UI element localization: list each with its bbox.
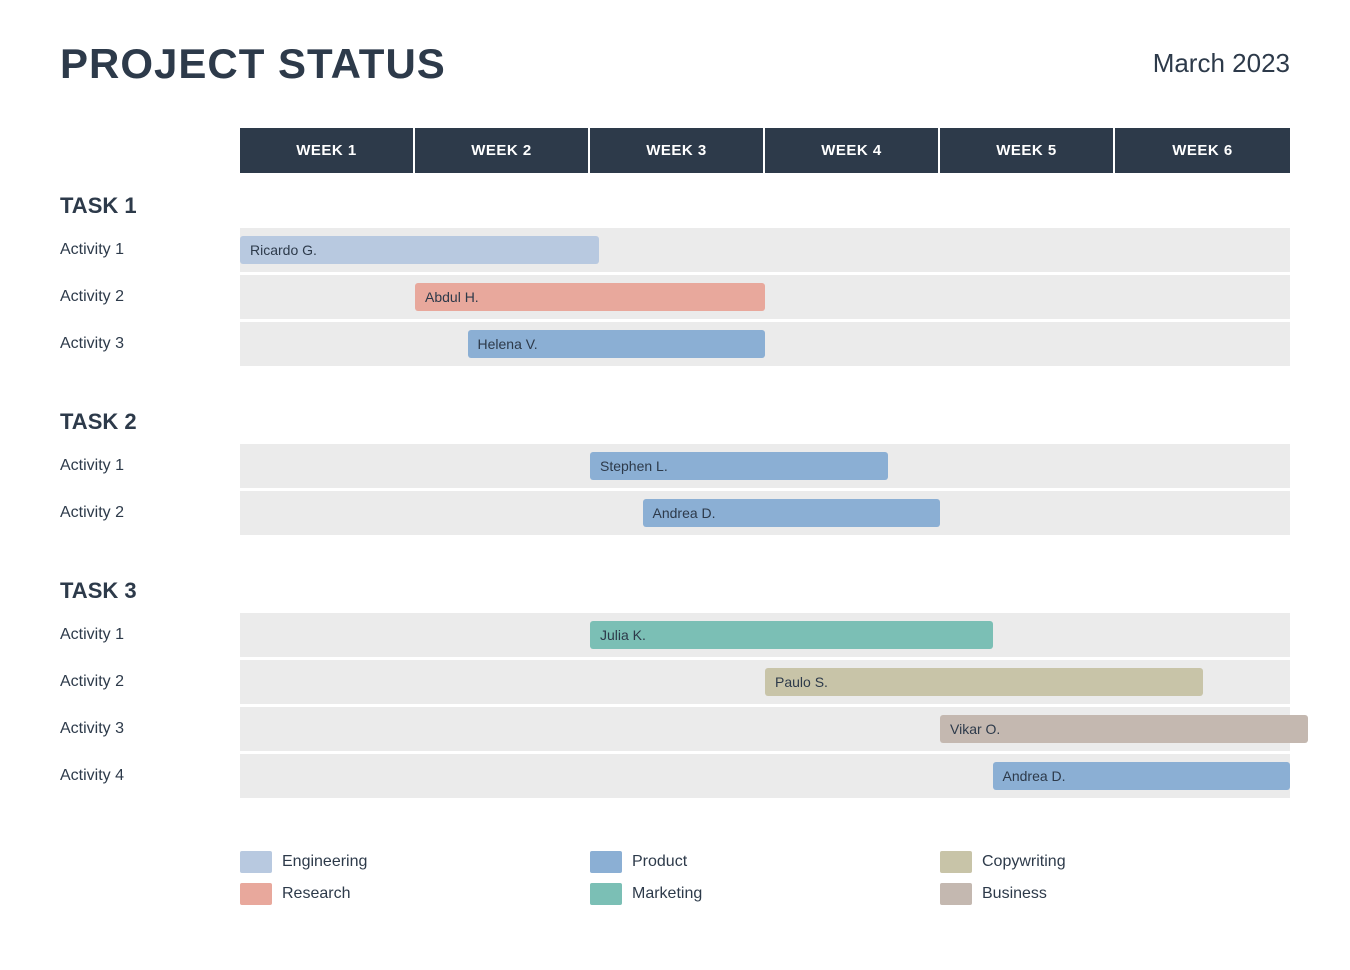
activity-bar: Vikar O. xyxy=(940,715,1308,743)
legend: Engineering Research Product Marketing C… xyxy=(60,851,1290,905)
task-1-header-cell-2 xyxy=(415,173,590,225)
task-1-header-cell-1 xyxy=(240,173,415,225)
gantt-chart: WEEK 1 WEEK 2 WEEK 3 WEEK 4 WEEK 5 WEEK … xyxy=(60,128,1290,905)
legend-col-3: Copywriting Business xyxy=(940,851,1290,905)
marketing-label: Marketing xyxy=(632,885,702,903)
task-1-activity-3-label: Activity 3 xyxy=(60,322,240,366)
task-1-activity-2-label: Activity 2 xyxy=(60,275,240,319)
week-4-header: WEEK 4 xyxy=(765,128,940,173)
activity-bar: Paulo S. xyxy=(765,668,1203,696)
task-1-activity-3-grid: Helena V. xyxy=(240,322,1290,366)
week-2-header: WEEK 2 xyxy=(415,128,590,173)
task-1-header-cell-6 xyxy=(1115,173,1290,225)
week-5-header: WEEK 5 xyxy=(940,128,1115,173)
product-label: Product xyxy=(632,853,687,871)
task-1-header-row: TASK 1 xyxy=(60,173,1290,225)
activity-bar: Ricardo G. xyxy=(240,236,599,264)
legend-marketing: Marketing xyxy=(590,883,940,905)
legend-col-2: Product Marketing xyxy=(590,851,940,905)
gantt-header: WEEK 1 WEEK 2 WEEK 3 WEEK 4 WEEK 5 WEEK … xyxy=(60,128,1290,173)
task-1-header-cell-3 xyxy=(590,173,765,225)
task-2-activity-2-grid: Andrea D. xyxy=(240,491,1290,535)
task-2-divider xyxy=(60,538,1290,550)
research-swatch xyxy=(240,883,272,905)
task-2-activity-1-label: Activity 1 xyxy=(60,444,240,488)
legend-business: Business xyxy=(940,883,1290,905)
task-3-activity-1-label: Activity 1 xyxy=(60,613,240,657)
task-3-activity-1-row: Activity 1 Julia K. xyxy=(60,613,1290,657)
copywriting-swatch xyxy=(940,851,972,873)
header-label-col xyxy=(60,128,240,173)
activity-bar: Abdul H. xyxy=(415,283,765,311)
week-1-header: WEEK 1 xyxy=(240,128,415,173)
page-header: PROJECT STATUS March 2023 xyxy=(60,40,1290,88)
legend-copywriting: Copywriting xyxy=(940,851,1290,873)
task-2-activity-1-row: Activity 1 Stephen L. xyxy=(60,444,1290,488)
task-1-header-cell-4 xyxy=(765,173,940,225)
activity-bar: Andrea D. xyxy=(993,762,1291,790)
task-3-activity-4-label: Activity 4 xyxy=(60,754,240,798)
task-3-label: TASK 3 xyxy=(60,558,240,610)
week-6-header: WEEK 6 xyxy=(1115,128,1290,173)
task-3-activity-2-grid: Paulo S. xyxy=(240,660,1290,704)
task-2-activity-2-label: Activity 2 xyxy=(60,491,240,535)
week-3-header: WEEK 3 xyxy=(590,128,765,173)
legend-research: Research xyxy=(240,883,590,905)
date-label: March 2023 xyxy=(1153,48,1290,79)
task-3-section: TASK 3 Activity 1 Julia K. Activity 2 Pa… xyxy=(60,558,1290,813)
task-1-activity-2-grid: Abdul H. xyxy=(240,275,1290,319)
research-label: Research xyxy=(282,885,350,903)
task-2-section: TASK 2 Activity 1 Stephen L. Activity 2 … xyxy=(60,389,1290,550)
task-1-divider xyxy=(60,369,1290,381)
task-1-activity-3-row: Activity 3 Helena V. xyxy=(60,322,1290,366)
task-1-activity-1-label: Activity 1 xyxy=(60,228,240,272)
task-2-activity-1-grid: Stephen L. xyxy=(240,444,1290,488)
task-3-activity-4-grid: Andrea D. xyxy=(240,754,1290,798)
task-1-activity-1-row: Activity 1 Ricardo G. xyxy=(60,228,1290,272)
activity-bar: Helena V. xyxy=(468,330,766,358)
legend-product: Product xyxy=(590,851,940,873)
task-3-activity-3-grid: Vikar O. xyxy=(240,707,1290,751)
task-1-header-cell-5 xyxy=(940,173,1115,225)
task-3-activity-1-grid: Julia K. xyxy=(240,613,1290,657)
task-3-header-row: TASK 3 xyxy=(60,558,1290,610)
engineering-swatch xyxy=(240,851,272,873)
copywriting-label: Copywriting xyxy=(982,853,1066,871)
activity-bar: Andrea D. xyxy=(643,499,941,527)
task-1-label: TASK 1 xyxy=(60,173,240,225)
task-3-divider xyxy=(60,801,1290,813)
legend-col-1: Engineering Research xyxy=(240,851,590,905)
task-3-activity-3-row: Activity 3 Vikar O. xyxy=(60,707,1290,751)
engineering-label: Engineering xyxy=(282,853,367,871)
business-label: Business xyxy=(982,885,1047,903)
task-2-label: TASK 2 xyxy=(60,389,240,441)
task-3-activity-3-label: Activity 3 xyxy=(60,707,240,751)
business-swatch xyxy=(940,883,972,905)
product-swatch xyxy=(590,851,622,873)
activity-bar: Julia K. xyxy=(590,621,993,649)
legend-engineering: Engineering xyxy=(240,851,590,873)
task-2-activity-2-row: Activity 2 Andrea D. xyxy=(60,491,1290,535)
task-3-activity-2-label: Activity 2 xyxy=(60,660,240,704)
task-1-section: TASK 1 Activity 1 Ricardo G. Activity 2 … xyxy=(60,173,1290,381)
task-2-header-row: TASK 2 xyxy=(60,389,1290,441)
task-1-activity-1-grid: Ricardo G. xyxy=(240,228,1290,272)
task-1-activity-2-row: Activity 2 Abdul H. xyxy=(60,275,1290,319)
task-3-activity-2-row: Activity 2 Paulo S. xyxy=(60,660,1290,704)
marketing-swatch xyxy=(590,883,622,905)
page-title: PROJECT STATUS xyxy=(60,40,446,88)
task-3-activity-4-row: Activity 4 Andrea D. xyxy=(60,754,1290,798)
activity-bar: Stephen L. xyxy=(590,452,888,480)
